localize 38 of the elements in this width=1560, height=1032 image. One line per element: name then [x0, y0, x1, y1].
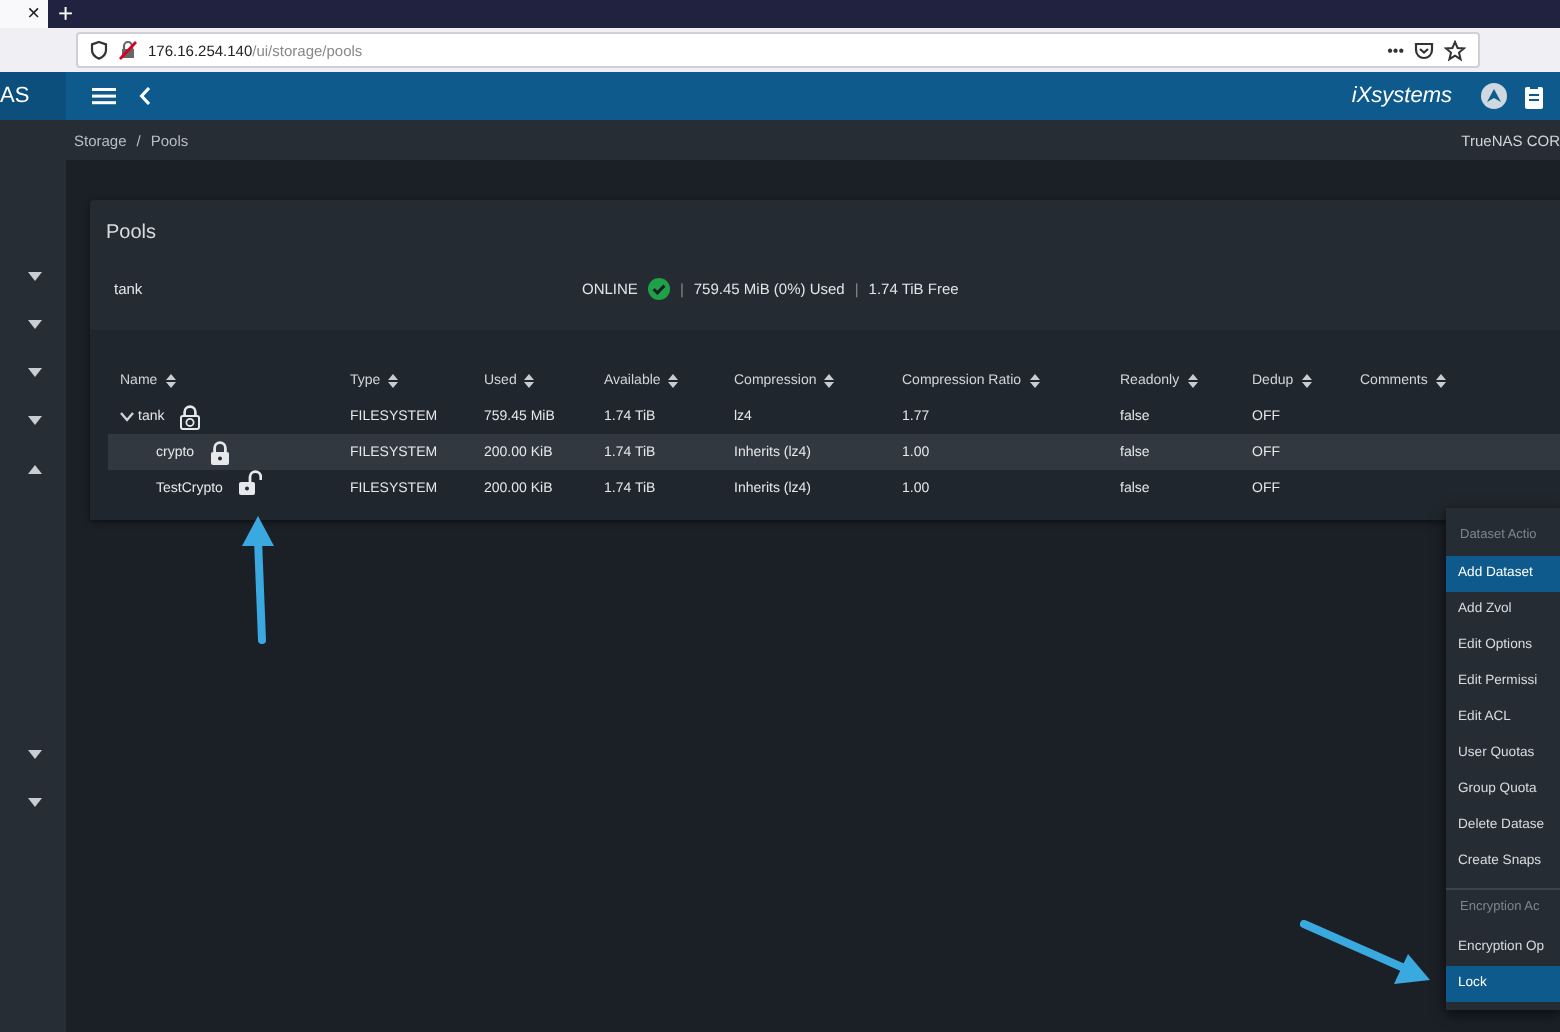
- sort-icon[interactable]: [524, 373, 535, 387]
- sort-icon[interactable]: [824, 373, 835, 387]
- star-icon[interactable]: [1444, 39, 1466, 61]
- pocket-icon[interactable]: [1414, 40, 1434, 60]
- lock-icon: [180, 403, 201, 429]
- chevron-icon[interactable]: [120, 411, 134, 421]
- chevron-left-icon[interactable]: [138, 86, 152, 106]
- close-tab-button[interactable]: ×: [27, 3, 48, 25]
- sort-icon[interactable]: [1029, 373, 1040, 387]
- new-tab-button[interactable]: +: [58, 0, 74, 28]
- page-actions-button[interactable]: •••: [1387, 41, 1404, 59]
- insecure-lock-icon: [118, 40, 138, 60]
- pointer-arrow: [1300, 920, 1432, 988]
- sort-icon[interactable]: [668, 373, 679, 387]
- lock-icon: [210, 439, 231, 465]
- caret-down-icon[interactable]: [28, 319, 42, 329]
- browser-tab[interactable]: ×: [0, 0, 48, 28]
- unlocked-icon: [238, 469, 263, 495]
- pointer-arrow: [240, 516, 280, 644]
- caret-down-icon[interactable]: [28, 749, 42, 759]
- circle-icon[interactable]: [1480, 82, 1508, 110]
- logo: iXsystems: [1351, 84, 1452, 108]
- card-title: Pools: [104, 220, 159, 248]
- caret-down-icon[interactable]: [28, 271, 42, 281]
- sort-icon[interactable]: [1187, 373, 1198, 387]
- caret-down-icon[interactable]: [28, 797, 42, 807]
- caret-down-icon[interactable]: [28, 367, 42, 377]
- clipboard-icon[interactable]: [1524, 83, 1544, 109]
- sort-icon[interactable]: [1435, 373, 1446, 387]
- check-icon: [647, 278, 670, 300]
- brand-text: AS: [0, 84, 30, 108]
- menu-icon[interactable]: [92, 86, 116, 106]
- sort-icon[interactable]: [165, 373, 176, 387]
- caret-up-icon[interactable]: [28, 463, 42, 473]
- sort-icon[interactable]: [1301, 373, 1312, 387]
- caret-down-icon[interactable]: [28, 415, 42, 425]
- sort-icon[interactable]: [388, 373, 399, 387]
- shield-icon: [90, 40, 108, 60]
